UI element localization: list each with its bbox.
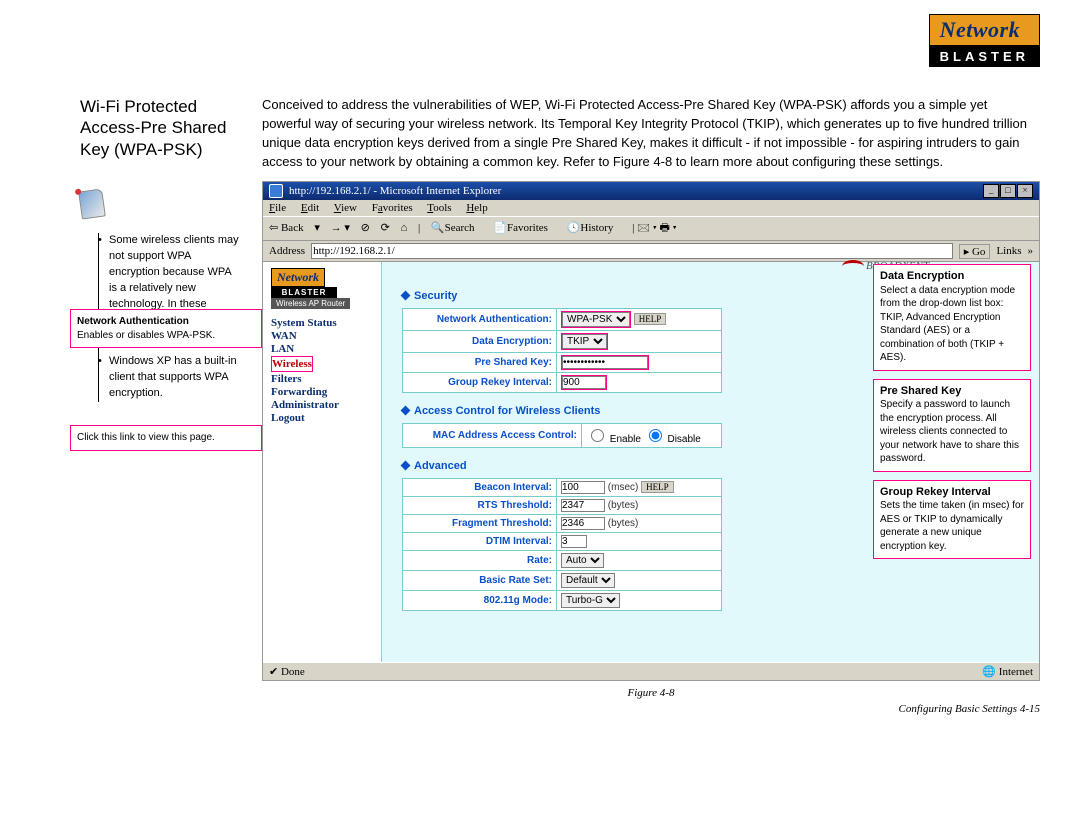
callout-click-link: Click this link to view this page. [70, 425, 262, 451]
menu-favorites[interactable]: Favorites [372, 202, 413, 214]
advanced-table: Beacon Interval: (msec) HELP RTS Thresho… [402, 478, 722, 611]
close-button[interactable]: × [1017, 184, 1033, 198]
nav-system-status[interactable]: System Status [271, 317, 381, 329]
menu-edit[interactable]: Edit [301, 202, 319, 214]
page-title: Wi-Fi Protected Access-Pre Shared Key (W… [80, 96, 240, 160]
home-button[interactable]: ⌂ [401, 222, 408, 234]
callout-body: Enables or disables WPA-PSK. [77, 330, 215, 341]
logo-bottom-word: BLASTER [929, 46, 1040, 67]
tip-item: Windows XP has a built-in client that su… [99, 354, 240, 402]
help-button[interactable]: HELP [641, 481, 674, 493]
address-bar: Address ▸ Go Links» [263, 241, 1039, 262]
go-button[interactable]: ▸ Go [959, 244, 991, 259]
acl-table: MAC Address Access Control: Enable Disab… [402, 423, 722, 448]
back-button[interactable]: ⇦ Back ▾ [269, 222, 320, 234]
window-title: http://192.168.2.1/ - Microsoft Internet… [289, 185, 501, 197]
menubar: File Edit View Favorites Tools Help [263, 200, 1039, 216]
nav-filters[interactable]: Filters [271, 373, 381, 385]
status-bar: ✔ Done 🌐 Internet [263, 662, 1039, 680]
status-done: ✔ Done [269, 665, 305, 678]
callout-group-rekey: Group Rekey Interval Sets the time taken… [873, 480, 1031, 560]
nav-lan[interactable]: LAN [271, 343, 381, 355]
refresh-button[interactable]: ⟳ [381, 222, 390, 234]
maximize-button[interactable]: □ [1000, 184, 1016, 198]
nav-administrator[interactable]: Administrator [271, 399, 381, 411]
label-mac-acl: MAC Address Access Control: [403, 424, 582, 448]
address-input[interactable] [311, 243, 953, 259]
links-label: Links [996, 245, 1021, 257]
select-net-auth[interactable]: WPA-PSK [562, 312, 630, 327]
tip-icon [78, 188, 106, 219]
intro-paragraph: Conceived to address the vulnerabilities… [262, 96, 1040, 171]
address-label: Address [269, 245, 305, 257]
figure-caption: Figure 4-8 [262, 687, 1040, 699]
brand-logo: Network BLASTER [929, 14, 1040, 67]
label-net-auth: Network Authentication: [403, 309, 557, 331]
menu-tools[interactable]: Tools [427, 202, 451, 214]
input-rts[interactable] [561, 499, 605, 512]
page-footer: Configuring Basic Settings 4-15 [262, 703, 1040, 715]
callout-pre-shared-key: Pre Shared Key Specify a password to lau… [873, 379, 1031, 472]
minimize-button[interactable]: _ [983, 184, 999, 198]
menu-help[interactable]: Help [466, 202, 487, 214]
router-content-pane: BROADXENT Data Encryption Select a data … [381, 262, 1039, 662]
figure-screenshot: http://192.168.2.1/ - Microsoft Internet… [262, 181, 1040, 681]
label-data-enc: Data Encryption: [403, 331, 557, 353]
input-psk[interactable] [562, 356, 648, 369]
label-rekey: Group Rekey Interval: [403, 373, 557, 393]
window-controls: _ □ × [983, 184, 1033, 198]
nav-logout[interactable]: Logout [271, 412, 381, 424]
nav-forwarding[interactable]: Forwarding [271, 386, 381, 398]
nav-wireless[interactable]: Wireless [272, 358, 312, 370]
callout-network-authentication: Network Authentication Enables or disabl… [70, 309, 262, 348]
select-data-enc[interactable]: TKIP [562, 334, 607, 349]
nav-wan[interactable]: WAN [271, 330, 381, 342]
status-zone: 🌐 Internet [982, 665, 1033, 678]
menu-file[interactable]: File [269, 202, 286, 214]
forward-button[interactable]: → ▾ [331, 222, 350, 234]
ie-icon [269, 184, 283, 198]
callout-data-encryption: Data Encryption Select a data encryption… [873, 264, 1031, 371]
window-titlebar: http://192.168.2.1/ - Microsoft Internet… [263, 182, 1039, 200]
select-mode[interactable]: Turbo-G [561, 593, 620, 608]
input-frag[interactable] [561, 517, 605, 530]
radio-acl-disable[interactable] [649, 429, 662, 442]
stop-button[interactable]: ⊘ [361, 222, 370, 234]
input-rekey[interactable] [562, 376, 606, 389]
history-button[interactable]: 🕓History [567, 222, 622, 234]
favorites-button[interactable]: 📄Favorites [493, 222, 556, 234]
logo-top-word: Network [929, 14, 1040, 46]
search-button[interactable]: 🔍Search [431, 222, 483, 234]
input-beacon[interactable] [561, 481, 605, 494]
router-logo: Network BLASTER Wireless AP Router [271, 268, 381, 309]
input-dtim[interactable] [561, 535, 587, 548]
callout-title: Network Authentication [77, 316, 189, 327]
security-table: Network Authentication: WPA-PSK HELP Dat… [402, 308, 722, 393]
radio-acl-enable[interactable] [591, 429, 604, 442]
select-brs[interactable]: Default [561, 573, 615, 588]
router-sidebar: Network BLASTER Wireless AP Router Syste… [263, 262, 381, 662]
toolbar: ⇦ Back ▾ → ▾ ⊘ ⟳ ⌂ | 🔍Search 📄Favorites … [263, 216, 1039, 241]
help-button[interactable]: HELP [634, 313, 667, 325]
label-psk: Pre Shared Key: [403, 353, 557, 373]
select-rate[interactable]: Auto [561, 553, 604, 568]
menu-view[interactable]: View [334, 202, 357, 214]
